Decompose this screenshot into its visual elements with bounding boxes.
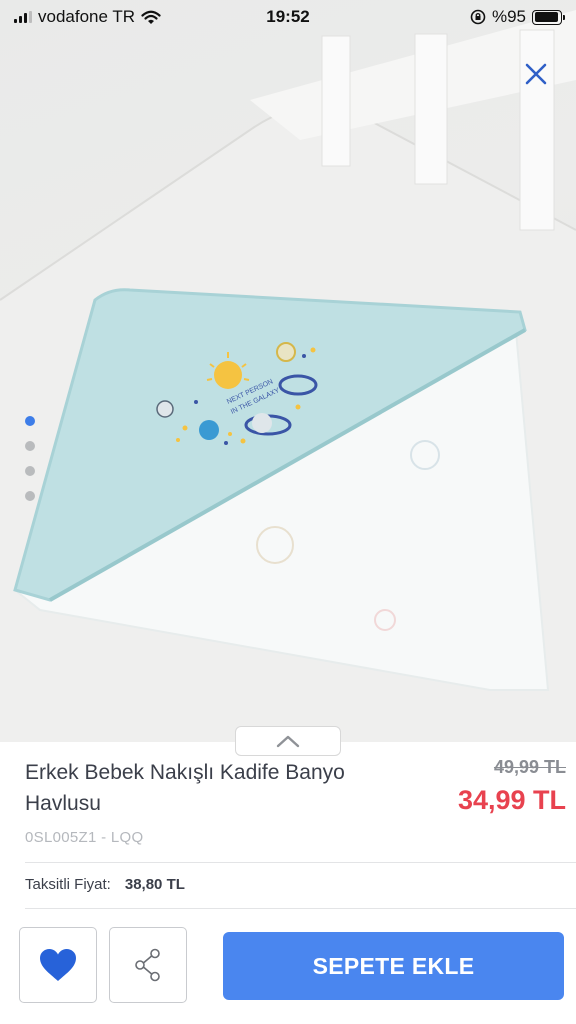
expand-details-button[interactable] <box>235 726 341 756</box>
wifi-icon <box>141 10 161 24</box>
add-to-cart-button[interactable]: SEPETE EKLE <box>223 932 564 1000</box>
product-image[interactable]: NEXT PERSON IN THE GALAXY <box>0 0 576 742</box>
gallery-dot[interactable] <box>25 491 35 501</box>
sale-price: 34,99 TL <box>457 785 566 815</box>
signal-icon <box>14 11 32 23</box>
product-sku: 0SL005Z1 - LQQ <box>25 829 144 846</box>
close-button[interactable] <box>518 56 554 92</box>
product-title: Erkek Bebek Nakışlı Kadife Banyo Havlusu <box>25 761 345 815</box>
gallery-dot[interactable] <box>25 416 35 426</box>
installment-row: Taksitli Fiyat: 38,80 TL <box>25 876 185 893</box>
orientation-lock-icon <box>470 9 486 25</box>
gallery-dot[interactable] <box>25 466 35 476</box>
battery-icon <box>532 9 565 25</box>
share-button[interactable] <box>109 927 187 1003</box>
close-icon <box>525 63 547 85</box>
gallery-pagination <box>25 416 35 501</box>
heart-icon <box>40 949 76 981</box>
installment-price: 38,80 TL <box>124 876 185 893</box>
status-right: %95 <box>470 7 565 27</box>
chevron-up-icon <box>276 735 300 748</box>
towel-illustration: NEXT PERSON IN THE GALAXY <box>0 10 576 742</box>
carrier-label: vodafone TR <box>38 7 136 26</box>
share-icon <box>135 948 160 982</box>
favorite-button[interactable] <box>19 927 97 1003</box>
battery-level <box>534 12 559 22</box>
installment-label: Taksitli Fiyat: <box>25 876 111 893</box>
status-bar: vodafone TR 19:52 %95 <box>0 0 576 34</box>
gallery-dot[interactable] <box>25 441 35 451</box>
battery-percent: %95 <box>491 7 526 26</box>
status-left: vodafone TR <box>14 7 161 27</box>
divider <box>25 862 576 863</box>
old-price: 49,99 TL <box>493 757 566 777</box>
divider <box>25 908 576 909</box>
